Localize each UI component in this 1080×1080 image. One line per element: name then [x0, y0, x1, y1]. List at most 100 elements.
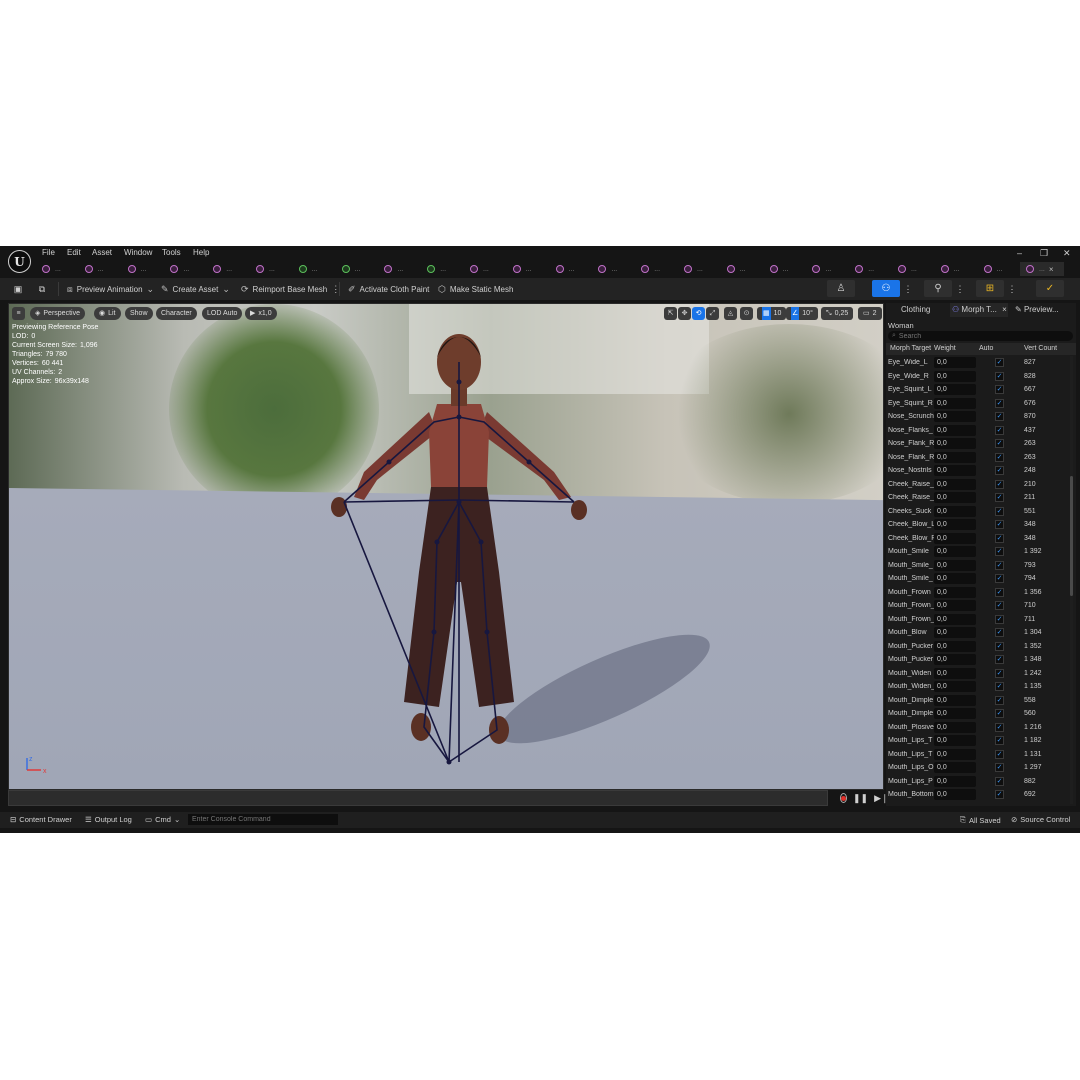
morph-target-row[interactable]: Cheek_Raise_ 0,0 ✓ 210	[886, 478, 1069, 491]
weight-input[interactable]: 0,0	[934, 370, 976, 382]
skeleton-mode-button[interactable]: ♙	[827, 280, 855, 297]
preview-animation-button[interactable]: ⧈ Preview Animation ⌄	[67, 281, 154, 297]
scrollbar-thumb[interactable]	[1070, 476, 1073, 596]
more-options-icon[interactable]: ⋮	[1006, 283, 1018, 295]
weight-input[interactable]: 0,0	[934, 762, 976, 773]
more-options-icon[interactable]: ⋮	[954, 283, 966, 295]
panel-scrollbar[interactable]	[1070, 356, 1073, 804]
morph-target-row[interactable]: Mouth_Pucker 0,0 ✓ 1 348	[886, 653, 1069, 666]
auto-checkbox[interactable]: ✓	[995, 479, 1004, 489]
weight-input[interactable]: 0,0	[934, 694, 976, 706]
search-box[interactable]: ⌕	[888, 331, 1073, 341]
asset-tab[interactable]: ...	[164, 262, 207, 276]
morph-target-row[interactable]: Mouth_Lips_T 0,0 ✓ 1 182	[886, 734, 1069, 747]
asset-tab[interactable]: ...	[978, 262, 1021, 276]
scale-snap-button[interactable]: ⤡ 0,25	[821, 307, 854, 320]
perspective-button[interactable]: ◈ Perspective	[30, 307, 85, 320]
morph-target-row[interactable]: Mouth_Frown_ 0,0 ✓ 711	[886, 613, 1069, 626]
auto-checkbox[interactable]: ✓	[995, 587, 1004, 597]
auto-checkbox[interactable]: ✓	[995, 601, 1004, 610]
auto-checkbox[interactable]: ✓	[995, 358, 1004, 367]
morph-target-row[interactable]: Nose_Flank_R 0,0 ✓ 263	[886, 437, 1069, 450]
weight-input[interactable]: 0,0	[934, 546, 976, 557]
auto-checkbox[interactable]: ✓	[995, 560, 1004, 570]
morph-target-row[interactable]: Mouth_Blow 0,0 ✓ 1 304	[886, 626, 1069, 639]
auto-checkbox[interactable]: ✓	[995, 749, 1004, 759]
morph-target-row[interactable]: Mouth_Plosive 0,0 ✓ 1 216	[886, 721, 1069, 734]
weight-input[interactable]: 0,0	[934, 627, 976, 638]
show-button[interactable]: Show	[125, 307, 153, 320]
physics-mode-button[interactable]: ✓	[1036, 280, 1064, 297]
morph-target-row[interactable]: Nose_Scrunch 0,0 ✓ 870	[886, 410, 1069, 423]
select-mode-icon[interactable]: ⇱	[664, 307, 677, 320]
weight-input[interactable]: 0,0	[934, 586, 976, 598]
auto-checkbox[interactable]: ✓	[995, 466, 1004, 475]
weight-input[interactable]: 0,0	[934, 654, 976, 665]
pause-icon[interactable]: ❚❚	[853, 793, 868, 804]
weight-input[interactable]: 0,0	[934, 424, 976, 436]
activate-cloth-paint-button[interactable]: ✐ Activate Cloth Paint	[348, 281, 429, 297]
weight-input[interactable]: 0,0	[934, 735, 976, 746]
content-drawer-button[interactable]: ⊟ Content Drawer	[10, 815, 72, 824]
timeline-scrubber[interactable]	[8, 790, 828, 806]
asset-tab[interactable]: ...	[79, 262, 122, 276]
morph-target-row[interactable]: Mouth_Smile_ 0,0 ✓ 793	[886, 559, 1069, 572]
playback-speed-button[interactable]: ▶ x1,0	[245, 307, 277, 320]
auto-checkbox[interactable]: ✓	[995, 574, 1004, 583]
more-options-icon[interactable]: ⋮	[902, 283, 914, 295]
morph-target-row[interactable]: Eye_Wide_R 0,0 ✓ 828	[886, 370, 1069, 383]
asset-tab[interactable]: ...	[550, 262, 593, 276]
surface-snap-icon[interactable]: ⊙	[740, 307, 753, 320]
weight-input[interactable]: 0,0	[934, 573, 976, 584]
morph-target-row[interactable]: Mouth_Smile 0,0 ✓ 1 392	[886, 545, 1069, 558]
weight-input[interactable]: 0,0	[934, 748, 976, 760]
asset-tab[interactable]: ...	[935, 262, 978, 276]
camera-speed-button[interactable]: ▭ 2	[858, 307, 882, 320]
menu-edit[interactable]: Edit	[67, 248, 81, 257]
weight-input[interactable]: 0,0	[934, 667, 976, 679]
asset-tab[interactable]: ...	[635, 262, 678, 276]
morph-target-row[interactable]: Mouth_Frown 0,0 ✓ 1 356	[886, 586, 1069, 599]
weight-input[interactable]: 0,0	[934, 384, 976, 395]
auto-checkbox[interactable]: ✓	[995, 371, 1004, 381]
rotation-snap-button[interactable]: ∠ 10°	[786, 307, 818, 320]
morph-target-row[interactable]: Eye_Wide_L 0,0 ✓ 827	[886, 356, 1069, 369]
weight-input[interactable]: 0,0	[934, 789, 976, 800]
auto-checkbox[interactable]: ✓	[995, 790, 1004, 799]
morph-target-row[interactable]: Eye_Squint_L 0,0 ✓ 667	[886, 383, 1069, 396]
viewport-menu-icon[interactable]: ≡	[12, 307, 25, 320]
animation-mode-button[interactable]: ⚲	[924, 280, 952, 297]
morph-target-row[interactable]: Cheek_Blow_L 0,0 ✓ 348	[886, 518, 1069, 531]
asset-tab[interactable]: ...	[678, 262, 721, 276]
close-tab-icon[interactable]: ×	[1002, 305, 1007, 314]
column-vert-count[interactable]: Vert Count	[1024, 345, 1057, 352]
morph-target-row[interactable]: Mouth_Bottom 0,0 ✓ 692	[886, 788, 1069, 801]
source-control-button[interactable]: ⊘ Source Control	[1011, 815, 1070, 824]
asset-tab[interactable]: ...	[421, 262, 464, 276]
save-icon[interactable]: ▣	[12, 283, 24, 295]
morph-target-row[interactable]: Eye_Squint_R 0,0 ✓ 676	[886, 397, 1069, 410]
morph-target-row[interactable]: Mouth_Widen 0,0 ✓ 1 242	[886, 667, 1069, 680]
weight-input[interactable]: 0,0	[934, 681, 976, 692]
close-tab-icon[interactable]: ×	[1049, 265, 1054, 274]
weight-input[interactable]: 0,0	[934, 721, 976, 733]
morph-target-row[interactable]: Mouth_Widen_ 0,0 ✓ 1 135	[886, 680, 1069, 693]
translate-icon[interactable]: ✥	[678, 307, 691, 320]
mesh-mode-button[interactable]: ⚇	[872, 280, 900, 297]
asset-tab[interactable]: ...	[293, 262, 336, 276]
coordinate-space-icon[interactable]: ◬	[724, 307, 737, 320]
morph-target-row[interactable]: Nose_Nostrils 0,0 ✓ 248	[886, 464, 1069, 477]
weight-input[interactable]: 0,0	[934, 397, 976, 409]
make-static-mesh-button[interactable]: ⬡ Make Static Mesh	[438, 281, 513, 297]
weight-input[interactable]: 0,0	[934, 505, 976, 517]
auto-checkbox[interactable]: ✓	[995, 776, 1004, 786]
auto-checkbox[interactable]: ✓	[995, 641, 1004, 651]
auto-checkbox[interactable]: ✓	[995, 722, 1004, 732]
menu-help[interactable]: Help	[193, 248, 209, 257]
weight-input[interactable]: 0,0	[934, 451, 976, 463]
morph-target-row[interactable]: Mouth_Dimple 0,0 ✓ 560	[886, 707, 1069, 720]
weight-input[interactable]: 0,0	[934, 532, 976, 544]
weight-input[interactable]: 0,0	[934, 357, 976, 368]
browse-asset-icon[interactable]: ⧉	[36, 283, 48, 295]
asset-tab[interactable]: ...	[764, 262, 807, 276]
